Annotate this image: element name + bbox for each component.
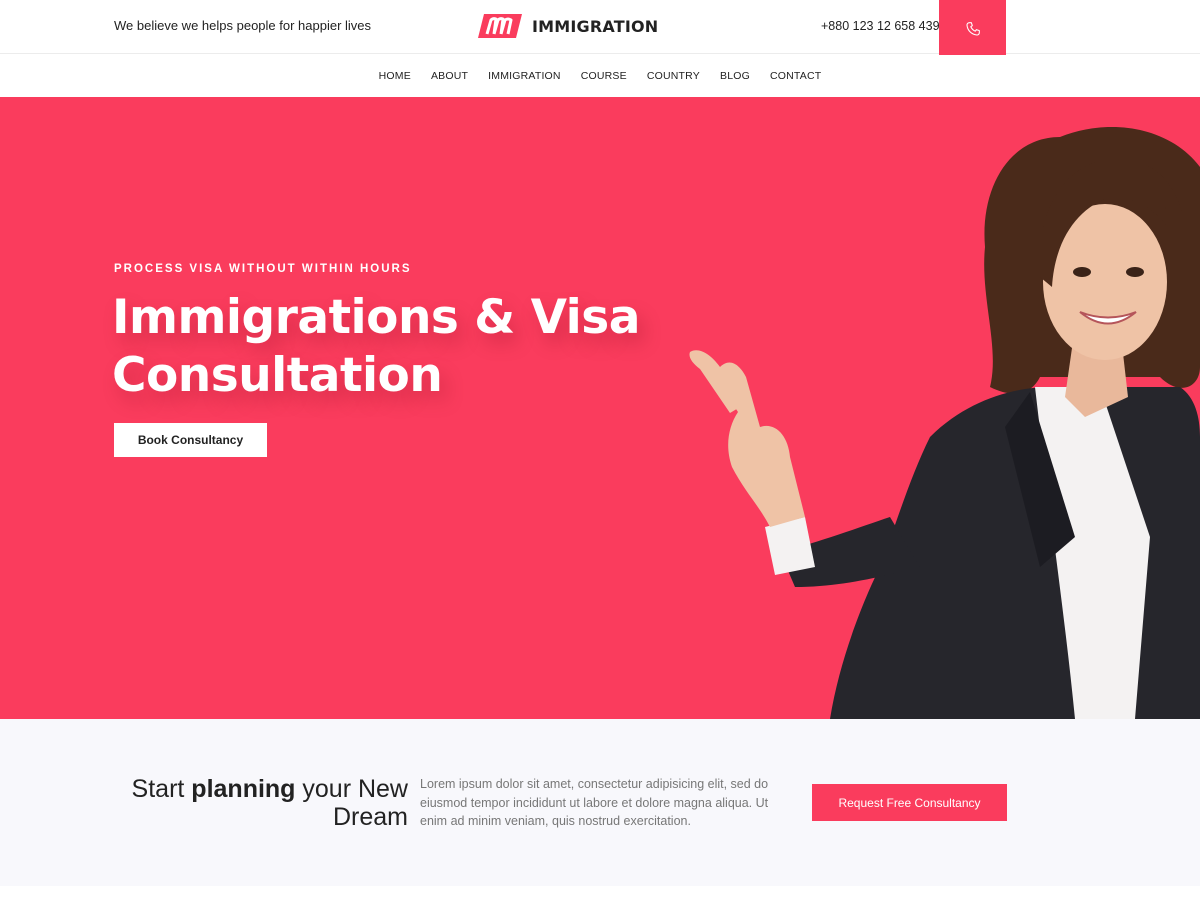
logo[interactable]: IMMIGRATION — [478, 10, 658, 42]
logo-mark-icon — [478, 14, 522, 38]
nav-item-home[interactable]: HOME — [369, 70, 421, 82]
book-consultancy-button[interactable]: Book Consultancy — [114, 423, 267, 457]
cta-heading-line2: Dream — [332, 803, 408, 831]
nav-item-about[interactable]: ABOUT — [421, 70, 478, 82]
nav-item-country[interactable]: COUNTRY — [637, 70, 710, 82]
cta-heading-part2: your New — [295, 775, 408, 803]
cta-text: Lorem ipsum dolor sit amet, consectetur … — [420, 777, 769, 828]
hero-section: PROCESS VISA WITHOUT WITHIN HOURS Immigr… — [0, 97, 1200, 719]
cta-heading-part1: Start — [131, 775, 192, 803]
main-nav: HOME ABOUT IMMIGRATION COURSE COUNTRY BL… — [0, 55, 1200, 97]
phone-button[interactable] — [939, 0, 1006, 58]
cta-heading: Start planning your New Dream — [114, 775, 408, 831]
hero-title-line1: Immigrations & Visa — [112, 290, 640, 345]
nav-item-immigration[interactable]: IMMIGRATION — [478, 70, 571, 82]
logo-text: IMMIGRATION — [532, 16, 659, 36]
hero-woman-image — [689, 127, 1200, 719]
nav-item-contact[interactable]: CONTACT — [760, 70, 831, 82]
phone-icon — [965, 22, 980, 36]
cta-band: Start planning your New Dream Lorem ipsu… — [0, 719, 1200, 886]
tagline: We believe we helps people for happier l… — [114, 18, 372, 33]
cta-heading-bold: planning — [191, 775, 296, 803]
nav-item-course[interactable]: COURSE — [571, 70, 637, 82]
phone-number[interactable]: +880 123 12 658 439 — [821, 19, 940, 33]
request-free-consultancy-button[interactable]: Request Free Consultancy — [812, 784, 1007, 821]
hero-title: Immigrations & Visa Consultation — [112, 289, 672, 405]
nav-item-blog[interactable]: BLOG — [710, 70, 760, 82]
hero-kicker: PROCESS VISA WITHOUT WITHIN HOURS — [114, 263, 412, 275]
hero-title-line2: Consultation — [112, 348, 443, 403]
top-bar: We believe we helps people for happier l… — [0, 0, 1200, 58]
